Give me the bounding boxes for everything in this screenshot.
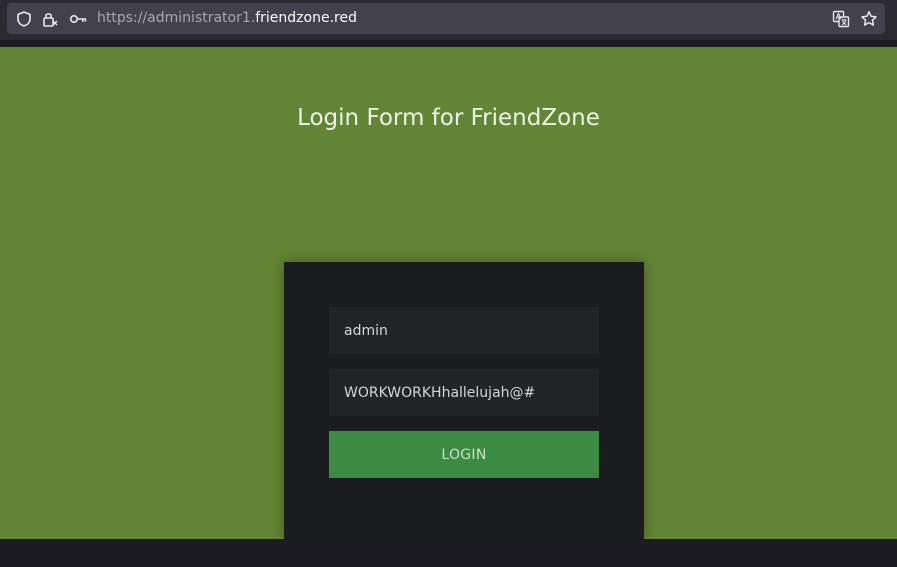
star-icon[interactable] <box>860 10 878 28</box>
toolbar-divider <box>0 40 897 47</box>
url-text[interactable]: https://administrator1.friendzone.red <box>97 9 357 27</box>
url-prefix: https://administrator1. <box>97 10 256 26</box>
shield-icon[interactable] <box>15 10 33 28</box>
translate-icon[interactable] <box>832 10 850 28</box>
browser-toolbar: https://administrator1.friendzone.red <box>0 0 897 40</box>
page-content: Login Form for FriendZone LOGIN <box>0 47 897 539</box>
password-input[interactable] <box>329 369 599 416</box>
lock-icon[interactable] <box>41 10 59 28</box>
page-title: Login Form for FriendZone <box>297 105 600 131</box>
login-form: LOGIN <box>284 262 644 539</box>
key-icon[interactable] <box>69 10 87 28</box>
username-input[interactable] <box>329 307 599 354</box>
bottom-bar <box>0 539 897 567</box>
url-domain: friendzone.red <box>255 10 357 26</box>
url-bar[interactable]: https://administrator1.friendzone.red <box>7 3 885 34</box>
login-button[interactable]: LOGIN <box>329 431 599 478</box>
